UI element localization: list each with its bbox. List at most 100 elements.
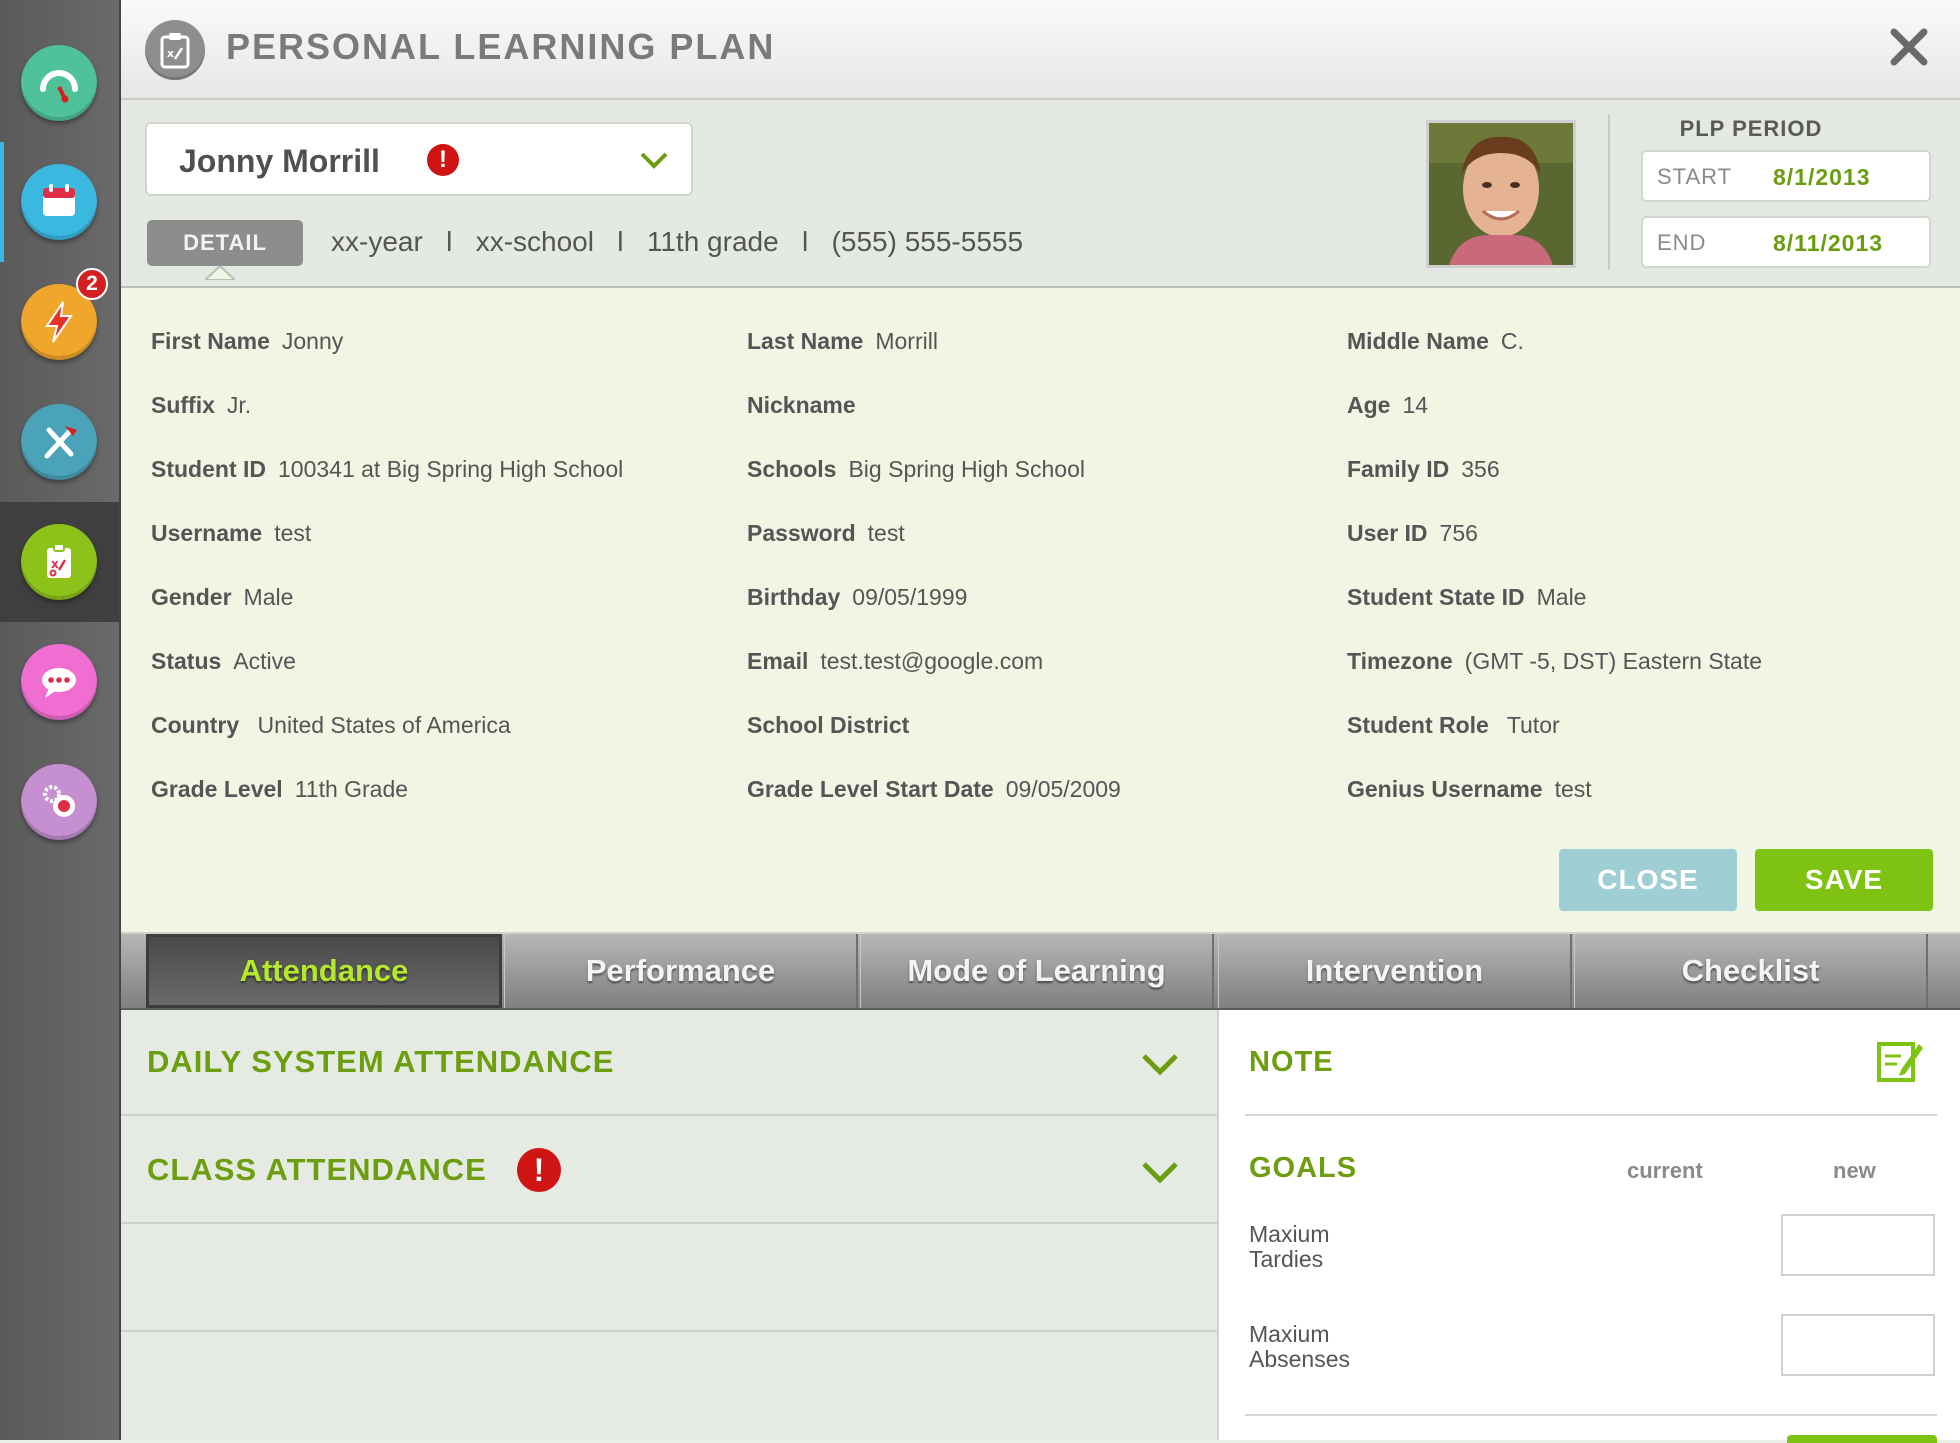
field-age: Age 14 [1347, 392, 1428, 419]
detail-caret-icon [205, 266, 235, 280]
field-label: Gender [151, 584, 232, 610]
field-label: Country [151, 712, 240, 738]
alert-icon: ! [517, 1148, 561, 1192]
note-goals-panel: NOTE GOALS current new Maxium Tardies Ma… [1219, 1010, 1960, 1443]
divider [1245, 1414, 1937, 1416]
tab-checklist[interactable]: Checklist [1574, 934, 1928, 1008]
detail-button[interactable]: DETAIL [147, 220, 303, 266]
field-label: School District [747, 712, 910, 738]
field-username: Username test [151, 520, 311, 547]
tab-attendance[interactable]: Attendance [146, 934, 502, 1008]
field-password: Password test [747, 520, 905, 547]
field-value: 09/05/1999 [852, 584, 968, 610]
current-column-label: current [1627, 1158, 1703, 1183]
plp-period-label: PLP PERIOD [1679, 116, 1823, 141]
edit-note-icon[interactable] [1875, 1036, 1925, 1086]
field-value: test.test@google.com [820, 648, 1044, 674]
field-status: Status Active [151, 648, 296, 675]
save-button[interactable]: SAVE [1755, 849, 1933, 911]
field-label: Timezone [1347, 648, 1453, 674]
plp-start-field[interactable]: START 8/1/2013 [1641, 150, 1931, 202]
start-value: 8/1/2013 [1773, 164, 1871, 190]
student-bar: Jonny Morrill ! DETAIL xx-year l xx-scho… [121, 100, 1960, 288]
field-value: test [1554, 776, 1592, 802]
nav-tools[interactable] [0, 382, 119, 502]
field-label: Last Name [747, 328, 864, 354]
field-label: Middle Name [1347, 328, 1489, 354]
absenses-new-input[interactable] [1781, 1314, 1935, 1376]
tools-icon [21, 404, 97, 480]
divider [1245, 1114, 1937, 1116]
page-title: PERSONAL LEARNING PLAN [226, 26, 776, 67]
field-value: 356 [1461, 456, 1500, 482]
field-value: test [274, 520, 312, 546]
tab-performance[interactable]: Performance [504, 934, 858, 1008]
field-label: Family ID [1347, 456, 1450, 482]
chat-icon [21, 644, 97, 720]
field-label: Age [1347, 392, 1391, 418]
field-user-id: User ID 756 [1347, 520, 1478, 547]
alert-icon: ! [427, 144, 459, 176]
field-value: 11th Grade [294, 776, 409, 802]
field-label: Password [747, 520, 856, 546]
field-label: Birthday [747, 584, 841, 610]
student-dropdown[interactable]: Jonny Morrill ! [145, 122, 693, 196]
app-sidebar: 2 x [0, 0, 121, 1440]
tardies-new-input[interactable] [1781, 1214, 1935, 1276]
field-country: Country United States of America [151, 712, 511, 739]
empty-row [121, 1226, 1217, 1332]
student-photo [1426, 120, 1576, 268]
clipboard-icon: x [21, 524, 97, 600]
field-value: (GMT -5, DST) Eastern State [1464, 648, 1763, 674]
chevron-down-icon [1142, 1054, 1178, 1076]
close-icon[interactable] [1886, 24, 1932, 70]
close-button[interactable]: CLOSE [1559, 849, 1737, 911]
field-value: test [867, 520, 905, 546]
field-genius-username: Genius Username test [1347, 776, 1592, 803]
partial-button[interactable] [1787, 1435, 1937, 1443]
chevron-down-icon [1142, 1162, 1178, 1184]
tab-mode-of-learning[interactable]: Mode of Learning [860, 934, 1214, 1008]
svg-text:x: x [51, 557, 59, 571]
field-label: Grade Level Start Date [747, 776, 994, 802]
field-school-district: School District [747, 712, 921, 739]
field-value: Active [233, 648, 296, 674]
field-suffix: Suffix Jr. [151, 392, 251, 419]
goal-label-tardies: Maxium Tardies [1249, 1221, 1330, 1272]
field-student-role: Student Role Tutor [1347, 712, 1560, 739]
field-value: United States of America [251, 712, 511, 738]
note-title: NOTE [1249, 1046, 1334, 1078]
plp-end-field[interactable]: END 8/11/2013 [1641, 216, 1931, 268]
field-label: Nickname [747, 392, 856, 418]
field-value: Tutor [1500, 712, 1560, 738]
svg-text:x: x [167, 47, 174, 60]
daily-attendance-row[interactable]: DAILY SYSTEM ATTENDANCE [121, 1010, 1217, 1116]
new-column-label: new [1833, 1158, 1876, 1183]
field-label: Student State ID [1347, 584, 1525, 610]
student-name: Jonny Morrill [179, 143, 380, 179]
field-label: Suffix [151, 392, 215, 418]
field-label: Schools [747, 456, 837, 482]
end-label: END [1657, 230, 1707, 255]
end-value: 8/11/2013 [1773, 230, 1884, 256]
field-label: Student ID [151, 456, 266, 482]
daily-attendance-title: DAILY SYSTEM ATTENDANCE [147, 1044, 615, 1079]
gauge-icon [21, 45, 97, 121]
nav-chat[interactable] [0, 622, 119, 742]
field-label: Email [747, 648, 809, 674]
field-label: User ID [1347, 520, 1428, 546]
nav-calendar[interactable] [0, 142, 119, 262]
nav-learning-plan[interactable]: x [0, 502, 119, 622]
class-attendance-row[interactable]: CLASS ATTENDANCE ! [121, 1118, 1217, 1224]
nav-settings[interactable] [0, 742, 119, 862]
plan-tabs: Attendance Performance Mode of Learning … [121, 934, 1960, 1010]
field-value: 09/05/2009 [1005, 776, 1121, 802]
field-label: Genius Username [1347, 776, 1543, 802]
field-value: 14 [1402, 392, 1429, 418]
field-middle-name: Middle Name C. [1347, 328, 1524, 355]
nav-dashboard[interactable] [0, 23, 119, 143]
field-value: Jonny [281, 328, 344, 354]
field-label: Student Role [1347, 712, 1489, 738]
tab-intervention[interactable]: Intervention [1218, 934, 1572, 1008]
field-value: Morrill [875, 328, 938, 354]
